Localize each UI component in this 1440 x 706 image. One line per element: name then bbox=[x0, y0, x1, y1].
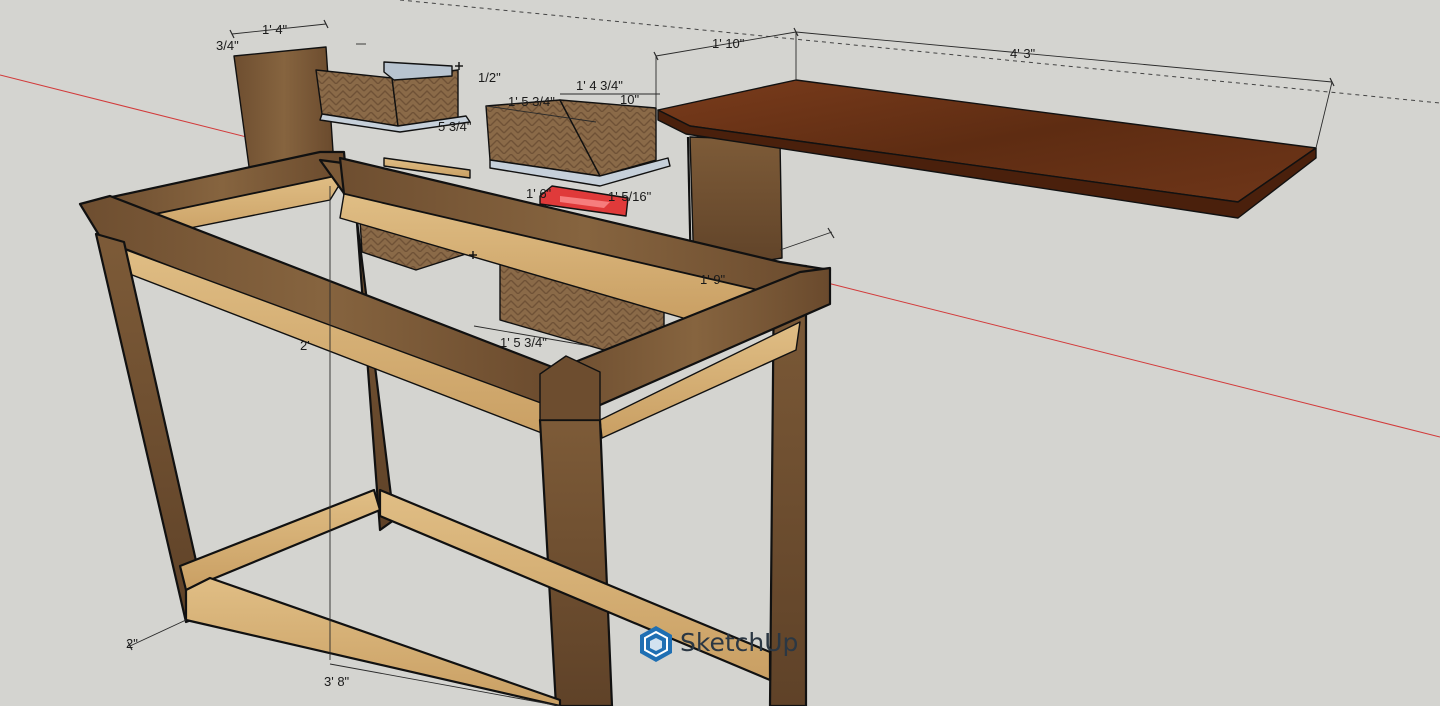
dim-label-1-5-3-4: 1' 5 3/4" bbox=[500, 335, 547, 350]
dim-label-1-4: 1' 4" bbox=[262, 22, 288, 37]
dim-label-1-9: 1' 9" bbox=[700, 272, 726, 287]
dim-label-2-in: 2" bbox=[126, 636, 138, 651]
dim-label-1-2: 1/2" bbox=[478, 70, 501, 85]
model-canvas[interactable]: 3/4" 1' 4" 1' 10" 4' 3" 1/2" 1' 4 3/4" 1… bbox=[0, 0, 1440, 706]
dim-label-5-3-4: 5 3/4" bbox=[438, 119, 472, 134]
dim-label-10: 10" bbox=[620, 92, 639, 107]
stretcher-back[interactable] bbox=[178, 488, 382, 592]
dim-label-2-left: 2' bbox=[300, 338, 310, 353]
drawer-slide-top bbox=[383, 61, 453, 81]
model-viewport[interactable]: 3/4" 1' 4" 1' 10" 4' 3" 1/2" 1' 4 3/4" 1… bbox=[0, 0, 1440, 706]
dim-label-1-4-3-4: 1' 4 3/4" bbox=[576, 78, 623, 93]
dim-label-1-5-3-4-top: 1' 5 3/4" bbox=[508, 94, 555, 109]
dim-label-1-6: 1' 6" bbox=[526, 186, 552, 201]
frame-left-rail-pine bbox=[109, 243, 561, 441]
dim-label-4-3: 4' 3" bbox=[1010, 46, 1036, 61]
green-axis-line bbox=[399, 0, 1440, 104]
dim-label-1-10: 1' 10" bbox=[712, 36, 745, 51]
dim-label-1-5-16: 1' 5/16" bbox=[608, 189, 652, 204]
sketchup-logo: SketchUp bbox=[640, 626, 798, 662]
stretcher-front[interactable] bbox=[184, 576, 562, 706]
dim-label-3-8: 3' 8" bbox=[324, 674, 350, 689]
dim-label-3-4: 3/4" bbox=[216, 38, 239, 53]
sketchup-wordmark: SketchUp bbox=[680, 628, 798, 657]
